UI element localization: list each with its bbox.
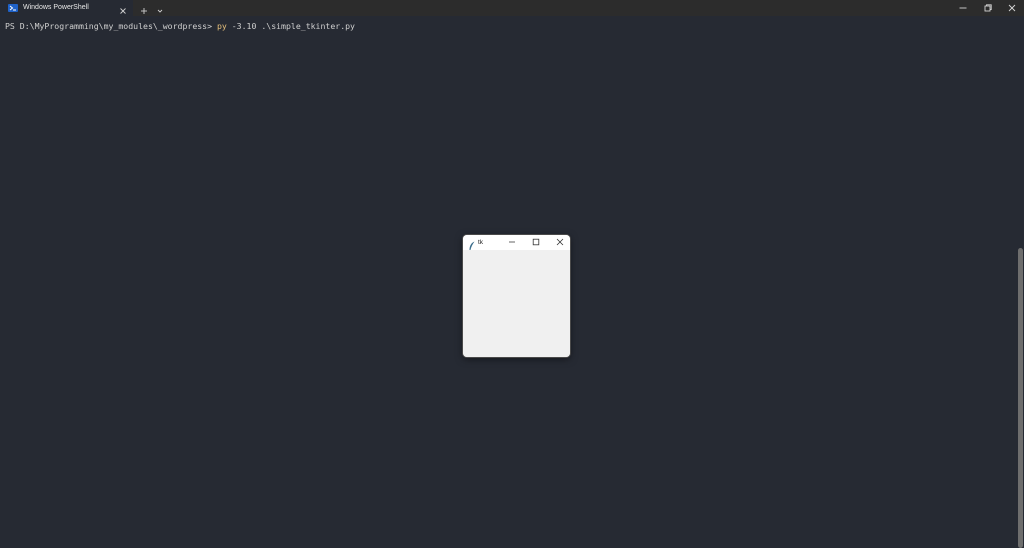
- close-icon[interactable]: [999, 0, 1024, 16]
- tab-windows-powershell[interactable]: Windows PowerShell: [0, 0, 133, 16]
- tk-titlebar[interactable]: tk: [463, 235, 570, 252]
- prompt-line: PS D:\MyProgramming\my_modules\_wordpres…: [5, 20, 355, 32]
- command-args: -3.10 .\simple_tkinter.py: [226, 21, 355, 31]
- tab-title: Windows PowerShell: [23, 4, 89, 11]
- close-icon[interactable]: [117, 2, 129, 14]
- command-name: py: [216, 21, 227, 31]
- tk-window[interactable]: tk: [463, 235, 570, 357]
- scrollbar[interactable]: [1016, 16, 1024, 548]
- scrollbar-thumb[interactable]: [1018, 248, 1023, 548]
- powershell-icon: [8, 4, 18, 12]
- terminal-titlebar: Windows PowerShell: [0, 0, 1024, 16]
- restore-icon[interactable]: [975, 0, 1001, 16]
- close-icon[interactable]: [549, 235, 570, 250]
- tk-window-body[interactable]: [463, 250, 570, 357]
- prompt-path: PS D:\MyProgramming\my_modules\_wordpres…: [5, 21, 217, 31]
- minimize-icon[interactable]: [501, 235, 523, 250]
- feather-icon: [468, 237, 476, 252]
- plus-icon[interactable]: [138, 2, 150, 14]
- tk-window-title: tk: [478, 239, 484, 246]
- chevron-down-icon[interactable]: [154, 2, 166, 14]
- minimize-icon[interactable]: [950, 0, 976, 16]
- maximize-icon[interactable]: [525, 235, 547, 250]
